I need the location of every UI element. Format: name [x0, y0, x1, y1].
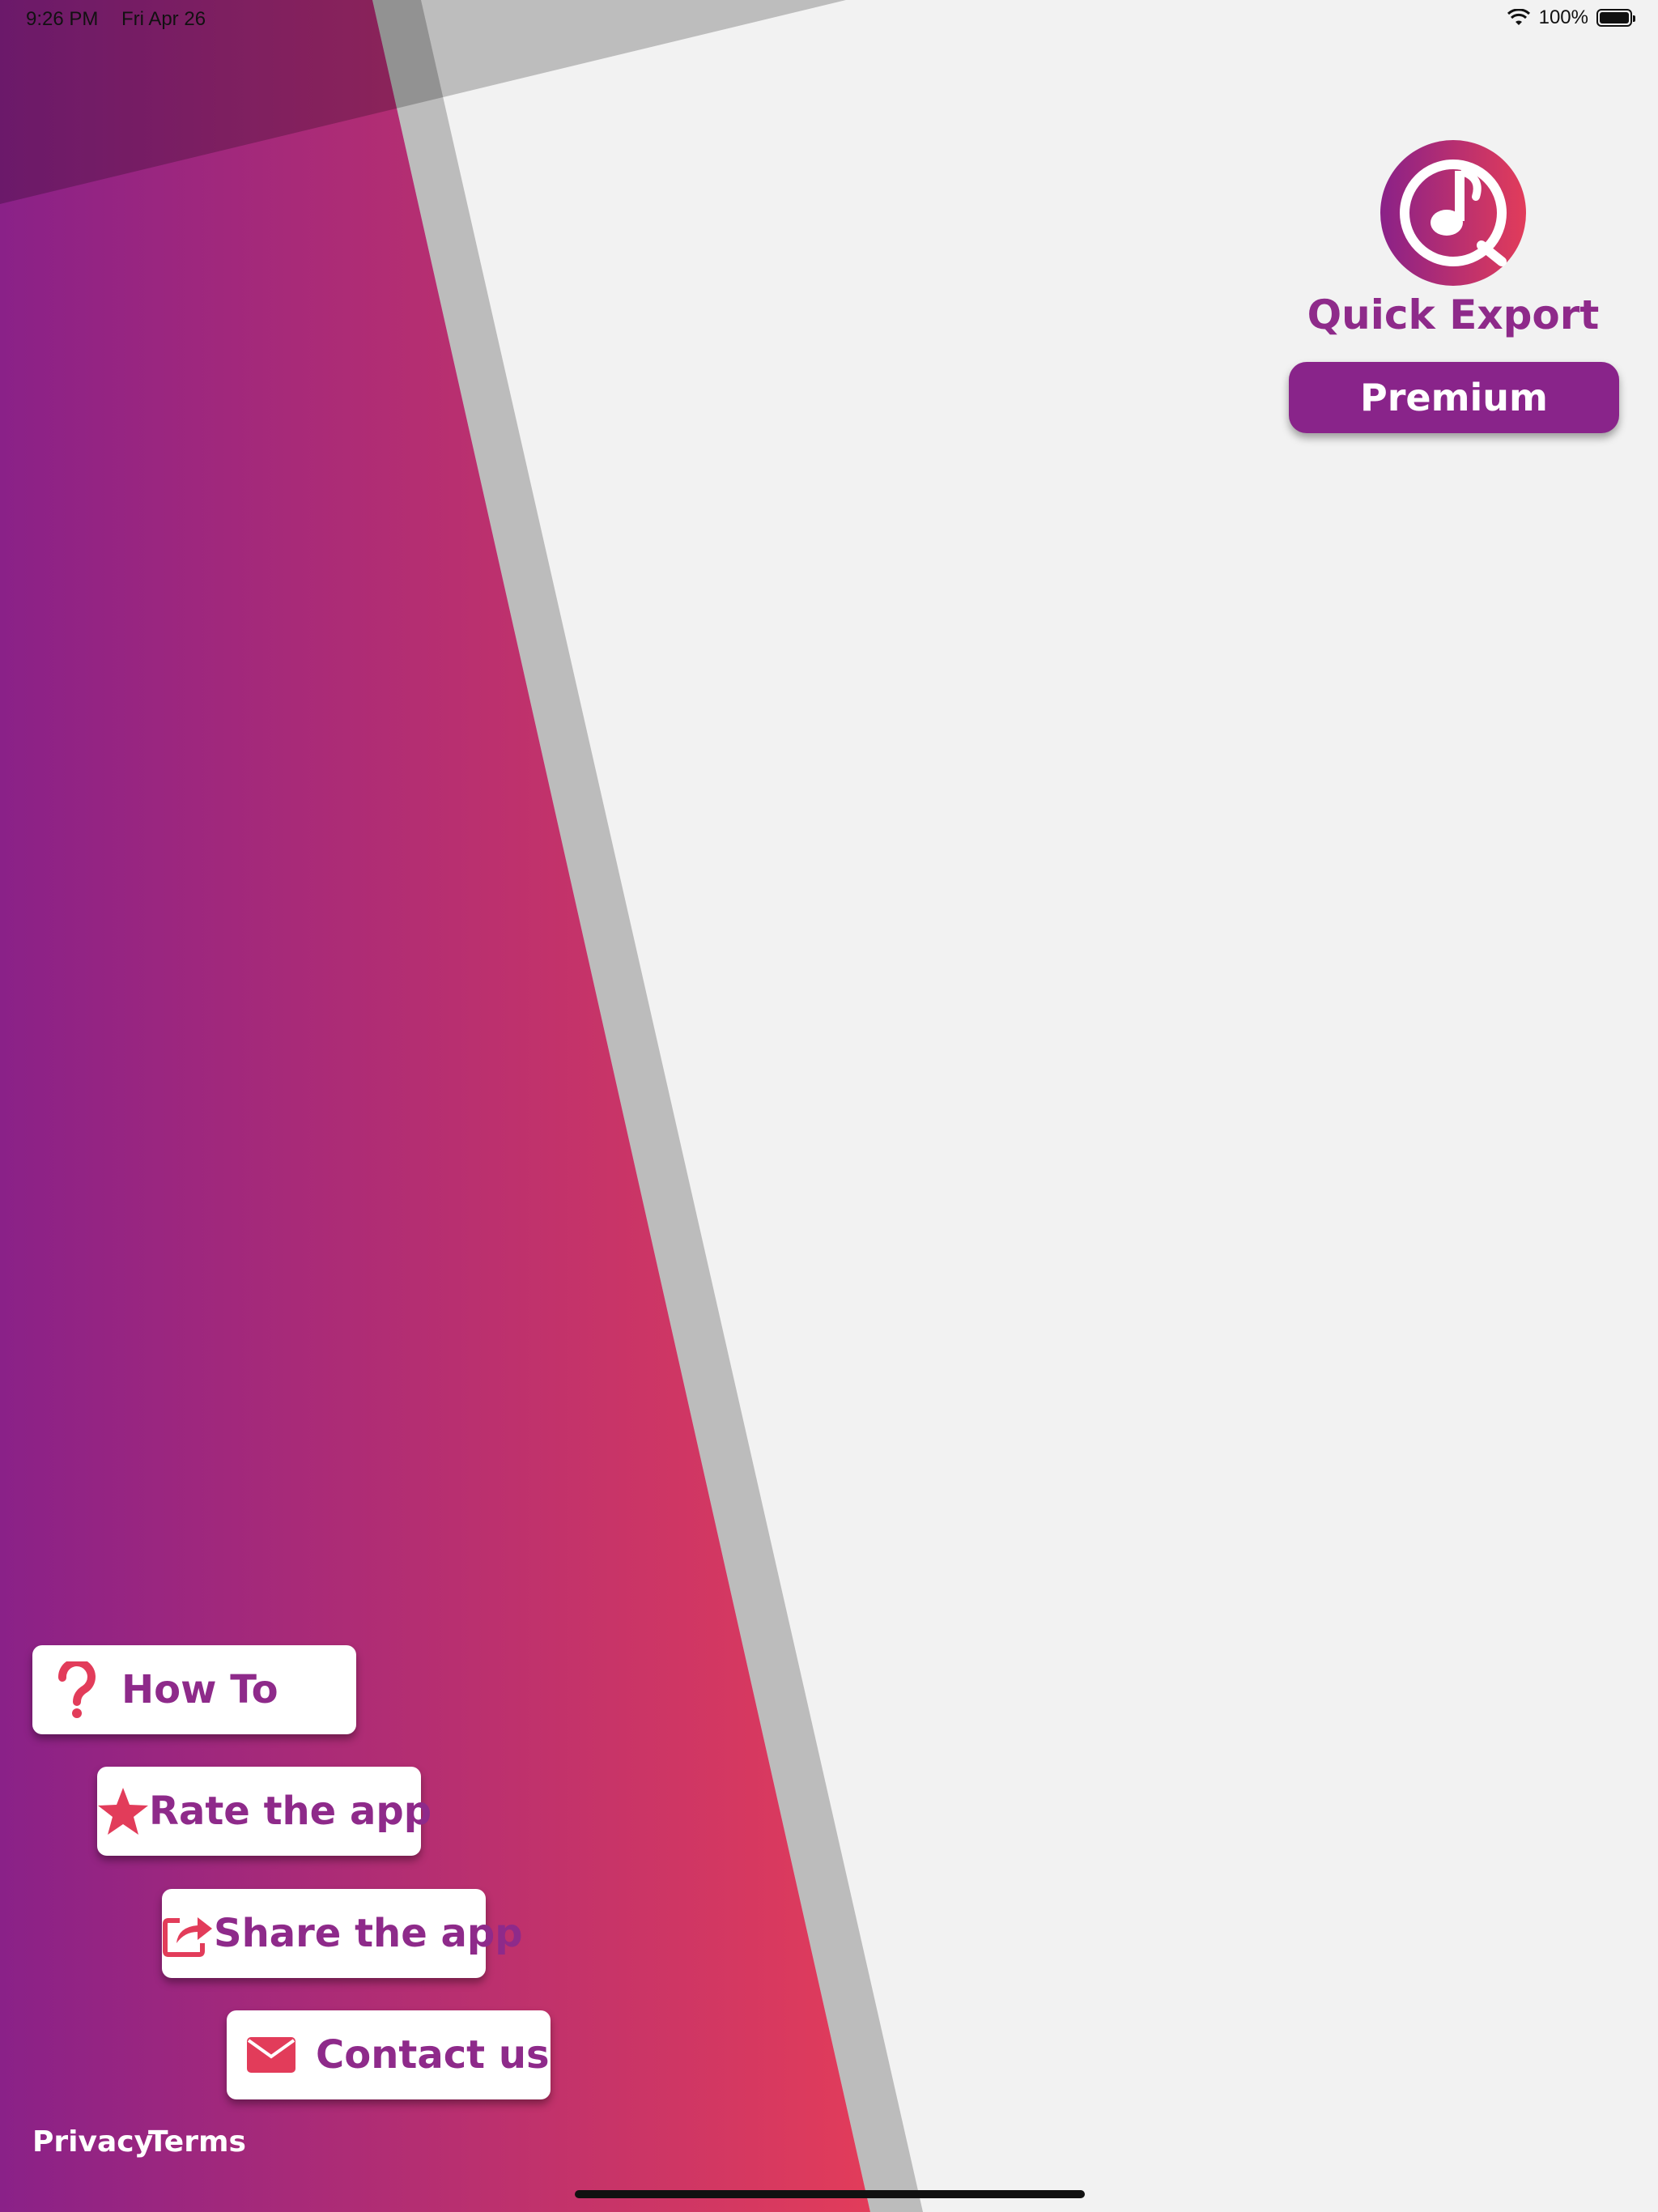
app-logo [1380, 140, 1526, 286]
star-icon [97, 1767, 149, 1856]
home-indicator[interactable] [575, 2190, 1085, 2198]
status-right: 100% [1507, 6, 1635, 29]
question-icon [32, 1645, 121, 1734]
status-date: Fri Apr 26 [121, 8, 206, 30]
share-app-button[interactable]: Share the app [162, 1889, 523, 1978]
how-to-button[interactable]: How To [32, 1645, 356, 1734]
rate-app-label: Rate the app [149, 1789, 432, 1834]
battery-icon [1596, 9, 1635, 27]
status-bar: 9:26 PM Fri Apr 26 100% [0, 0, 1658, 39]
share-app-label: Share the app [214, 1911, 523, 1956]
how-to-label: How To [121, 1667, 278, 1712]
share-icon [162, 1889, 214, 1978]
app-name: Quick Export [1307, 291, 1600, 338]
music-note-logo-icon [1380, 140, 1526, 286]
contact-us-button[interactable]: Contact us [227, 2010, 551, 2099]
privacy-link[interactable]: Privacy [32, 2125, 153, 2159]
rate-app-button[interactable]: Rate the app [97, 1767, 432, 1856]
wifi-icon [1507, 9, 1530, 25]
battery-percent: 100% [1538, 6, 1588, 28]
premium-button[interactable]: Premium [1289, 362, 1619, 433]
contact-us-label: Contact us [316, 2032, 550, 2078]
terms-link[interactable]: Terms [148, 2125, 246, 2159]
envelope-icon [227, 2010, 316, 2099]
status-time: 9:26 PM [26, 8, 99, 30]
